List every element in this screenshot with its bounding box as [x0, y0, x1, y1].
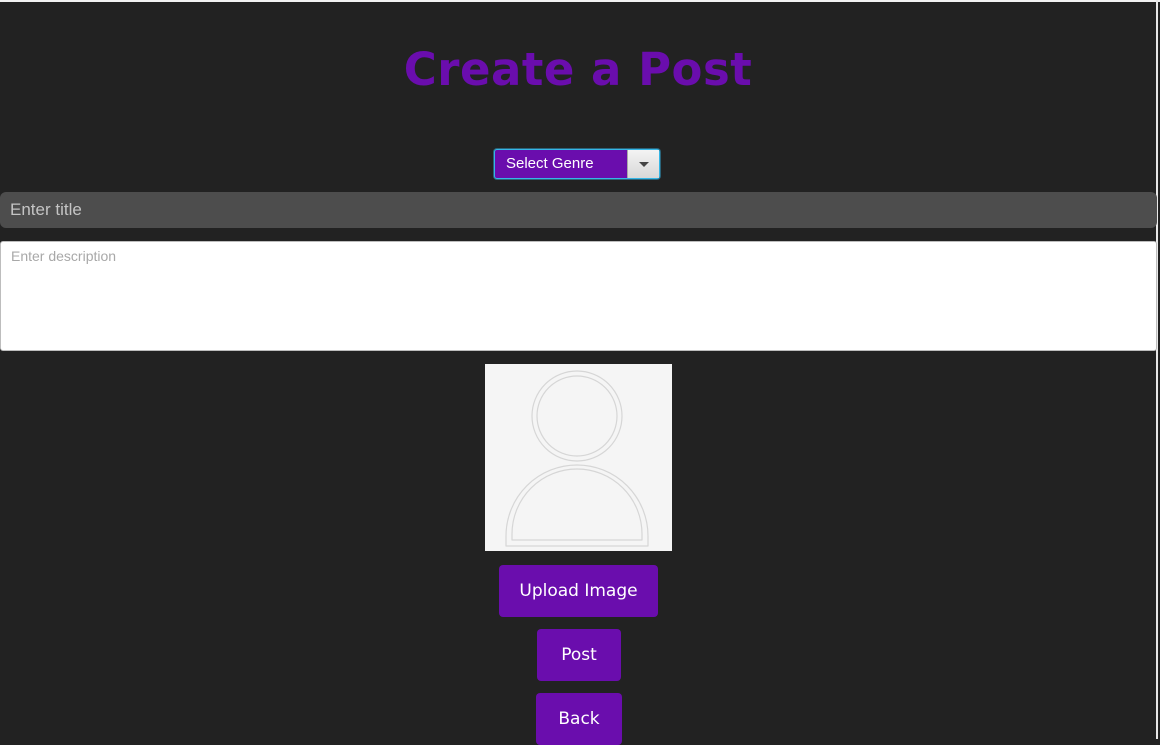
window-top-border — [0, 0, 1160, 2]
title-input[interactable] — [0, 192, 1157, 228]
page-title: Create a Post — [403, 43, 753, 96]
dropdown-arrow-button[interactable] — [627, 150, 659, 178]
description-input[interactable] — [0, 241, 1157, 351]
chevron-down-icon — [639, 162, 649, 167]
upload-image-button[interactable]: Upload Image — [499, 565, 658, 617]
post-button[interactable]: Post — [537, 629, 621, 681]
user-placeholder-icon — [505, 370, 649, 547]
genre-dropdown[interactable]: Select Genre — [494, 149, 660, 179]
genre-selected-value: Select Genre — [506, 155, 594, 172]
window-right-border — [1156, 0, 1158, 739]
back-button[interactable]: Back — [536, 693, 622, 745]
image-preview — [485, 364, 672, 551]
